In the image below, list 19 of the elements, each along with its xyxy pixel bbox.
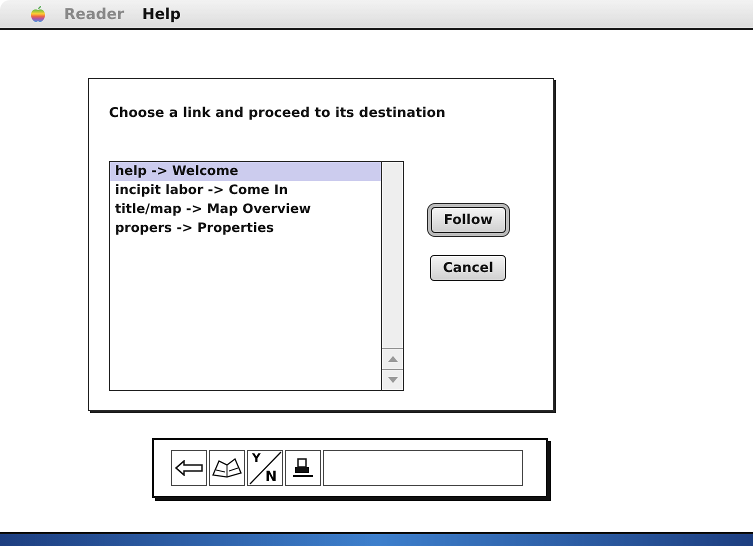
printer-icon bbox=[291, 457, 315, 479]
slash-icon bbox=[248, 451, 282, 485]
no-letter: N bbox=[265, 469, 277, 485]
apple-logo-icon[interactable] bbox=[30, 5, 46, 23]
link-item[interactable]: propers -> Properties bbox=[110, 219, 381, 238]
link-item[interactable]: title/map -> Map Overview bbox=[110, 200, 381, 219]
print-button[interactable] bbox=[285, 450, 321, 486]
book-button[interactable] bbox=[209, 450, 245, 486]
input-field[interactable] bbox=[323, 450, 523, 486]
dialog-prompt: Choose a link and proceed to its destination bbox=[109, 105, 447, 121]
menu-item[interactable]: Help bbox=[142, 5, 181, 23]
book-icon bbox=[211, 457, 243, 479]
yes-letter: Y bbox=[252, 451, 261, 465]
link-item[interactable]: incipit labor -> Come In bbox=[110, 181, 381, 200]
link-item[interactable]: help -> Welcome bbox=[110, 162, 381, 181]
back-button[interactable] bbox=[171, 450, 207, 486]
yes-no-button[interactable]: Y N bbox=[247, 450, 283, 486]
left-arrow-icon bbox=[174, 460, 204, 476]
cancel-button[interactable]: Cancel bbox=[430, 255, 506, 281]
